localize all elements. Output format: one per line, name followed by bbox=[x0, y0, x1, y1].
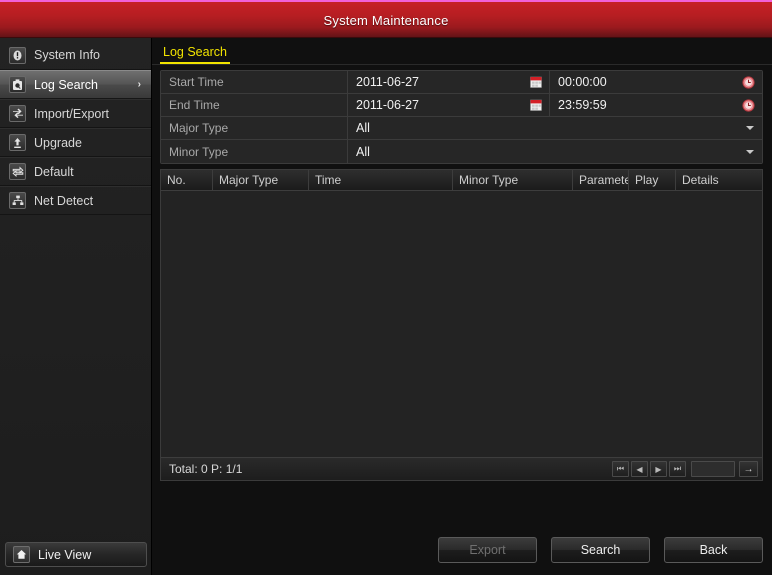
sidebar-menu: System Info Log Search › Import/Export U… bbox=[0, 38, 151, 215]
calendar-icon[interactable] bbox=[530, 76, 542, 88]
sidebar-item-label: Import/Export bbox=[34, 106, 110, 121]
import-export-icon bbox=[9, 105, 26, 122]
start-date-field[interactable]: 2011-06-27 bbox=[348, 71, 550, 93]
end-time-label: End Time bbox=[161, 94, 348, 116]
end-date-field[interactable]: 2011-06-27 bbox=[348, 94, 550, 116]
page-number-input[interactable] bbox=[691, 461, 735, 477]
table-header-row: No.Major TypeTimeMinor TypeParameterPlay… bbox=[161, 170, 762, 191]
window-title: System Maintenance bbox=[323, 12, 449, 28]
default-icon bbox=[9, 163, 26, 180]
end-time-value: 23:59:59 bbox=[558, 98, 607, 112]
start-date-value: 2011-06-27 bbox=[356, 75, 420, 89]
table-column-header[interactable]: Major Type bbox=[213, 170, 309, 190]
sidebar-item-label: Default bbox=[34, 164, 74, 179]
tab-log-search[interactable]: Log Search bbox=[160, 45, 230, 64]
major-type-value: All bbox=[356, 121, 370, 135]
major-type-label: Major Type bbox=[161, 117, 348, 139]
go-to-page-button[interactable]: → bbox=[739, 461, 758, 477]
live-view-label: Live View bbox=[38, 547, 92, 562]
sidebar-item-upgrade[interactable]: Upgrade bbox=[0, 128, 151, 157]
table-column-header[interactable]: Minor Type bbox=[453, 170, 573, 190]
table-column-header[interactable]: Details bbox=[676, 170, 761, 190]
minor-type-value: All bbox=[356, 144, 370, 159]
start-time-label: Start Time bbox=[161, 71, 348, 93]
clock-icon[interactable] bbox=[742, 75, 755, 89]
upgrade-icon bbox=[9, 134, 26, 151]
pagination-controls: ⏮ ◀ ▶ ⏭ bbox=[612, 461, 686, 477]
table-column-header[interactable]: Time bbox=[309, 170, 453, 190]
log-search-icon bbox=[9, 76, 26, 93]
sidebar: System Info Log Search › Import/Export U… bbox=[0, 38, 152, 575]
table-column-header[interactable]: Parameter bbox=[573, 170, 629, 190]
first-page-button[interactable]: ⏮ bbox=[612, 461, 629, 477]
end-date-value: 2011-06-27 bbox=[356, 98, 420, 112]
sidebar-item-net-detect[interactable]: Net Detect bbox=[0, 186, 151, 215]
end-time-row: End Time 2011-06-27 23:59:59 bbox=[161, 94, 762, 117]
sidebar-item-label: Upgrade bbox=[34, 135, 82, 150]
sidebar-item-log-search[interactable]: Log Search › bbox=[0, 70, 151, 99]
sidebar-item-label: Log Search bbox=[34, 77, 98, 92]
minor-type-select[interactable]: All bbox=[348, 140, 762, 163]
system-maintenance-window: System Maintenance System Info Log Searc… bbox=[0, 0, 772, 575]
export-button: Export bbox=[438, 537, 537, 563]
sidebar-item-system-info[interactable]: System Info bbox=[0, 41, 151, 70]
search-filter-form: Start Time 2011-06-27 00:00:00 End Time … bbox=[160, 70, 763, 164]
calendar-icon[interactable] bbox=[530, 99, 542, 111]
sidebar-item-arrow: › bbox=[137, 78, 141, 90]
search-button[interactable]: Search bbox=[551, 537, 650, 563]
net-detect-icon bbox=[9, 192, 26, 209]
info-icon bbox=[9, 46, 26, 64]
sidebar-item-label: System Info bbox=[34, 48, 100, 62]
tab-bar: Log Search bbox=[152, 38, 772, 65]
chevron-down-icon[interactable] bbox=[746, 126, 754, 130]
start-time-field[interactable]: 00:00:00 bbox=[550, 71, 762, 93]
log-results-table: No.Major TypeTimeMinor TypeParameterPlay… bbox=[160, 169, 763, 481]
clock-icon[interactable] bbox=[742, 98, 755, 112]
back-button[interactable]: Back bbox=[664, 537, 763, 563]
table-body[interactable] bbox=[161, 191, 762, 457]
content-panel: Log Search Start Time 2011-06-27 00:00:0… bbox=[152, 38, 772, 575]
start-time-value: 00:00:00 bbox=[558, 75, 607, 89]
sidebar-item-import-export[interactable]: Import/Export bbox=[0, 99, 151, 128]
major-type-row: Major Type All bbox=[161, 117, 762, 140]
end-time-field[interactable]: 23:59:59 bbox=[550, 94, 762, 116]
table-column-header[interactable]: No. bbox=[161, 170, 213, 190]
table-footer: Total: 0 P: 1/1 ⏮ ◀ ▶ ⏭ → bbox=[161, 457, 762, 480]
table-column-header[interactable]: Play bbox=[629, 170, 676, 190]
sidebar-item-label: Net Detect bbox=[34, 193, 94, 208]
minor-type-label: Minor Type bbox=[161, 140, 348, 163]
sidebar-item-default[interactable]: Default bbox=[0, 157, 151, 186]
live-view-button[interactable]: Live View bbox=[5, 542, 147, 567]
home-icon bbox=[13, 546, 30, 563]
total-count-label: Total: 0 P: 1/1 bbox=[169, 462, 243, 476]
next-page-button[interactable]: ▶ bbox=[650, 461, 667, 477]
chevron-down-icon[interactable] bbox=[746, 149, 754, 154]
prev-page-button[interactable]: ◀ bbox=[631, 461, 648, 477]
start-time-row: Start Time 2011-06-27 00:00:00 bbox=[161, 71, 762, 94]
last-page-button[interactable]: ⏭ bbox=[669, 461, 686, 477]
window-titlebar: System Maintenance bbox=[0, 0, 772, 38]
minor-type-row: Minor Type All bbox=[161, 140, 762, 163]
action-buttons: Export Search Back bbox=[438, 537, 763, 563]
major-type-select[interactable]: All bbox=[348, 117, 762, 139]
